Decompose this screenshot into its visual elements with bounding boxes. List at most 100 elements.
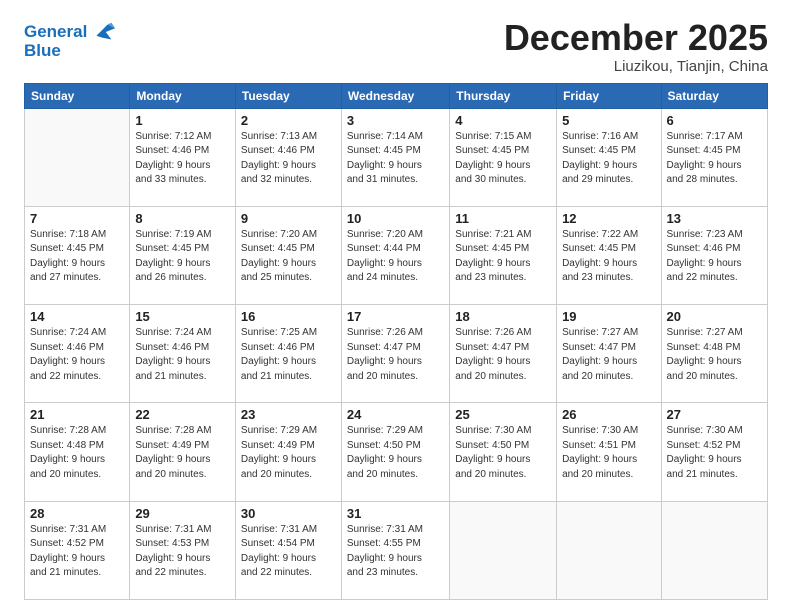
- day-number: 19: [562, 309, 655, 324]
- day-info: Sunrise: 7:31 AM Sunset: 4:53 PM Dayligh…: [135, 523, 230, 581]
- calendar-week-row: 7Sunrise: 7:18 AM Sunset: 4:45 PM Daylig…: [25, 206, 768, 304]
- day-info: Sunrise: 7:19 AM Sunset: 4:45 PM Dayligh…: [135, 228, 230, 286]
- table-row: 9 Sunrise: 7:20 AM Sunset: 4:45 PM Daylig…: [235, 206, 341, 304]
- day-number: 7: [30, 211, 124, 226]
- day-number: 22: [135, 407, 230, 422]
- table-row: 14 Sunrise: 7:24 AM Sunset: 4:46 PM Dayli…: [25, 305, 130, 403]
- day-info: Sunrise: 7:16 AM Sunset: 4:45 PM Dayligh…: [562, 130, 655, 188]
- day-number: 6: [667, 113, 762, 128]
- col-thursday: Thursday: [450, 83, 557, 108]
- table-row: [557, 501, 661, 599]
- table-row: 6 Sunrise: 7:17 AM Sunset: 4:45 PM Daylig…: [661, 108, 767, 206]
- table-row: 30Sunrise: 7:31 AM Sunset: 4:54 PM Dayli…: [235, 501, 341, 599]
- table-row: 19 Sunrise: 7:27 AM Sunset: 4:47 PM Dayli…: [557, 305, 661, 403]
- table-row: 2 Sunrise: 7:13 AM Sunset: 4:46 PM Daylig…: [235, 108, 341, 206]
- day-info: Sunrise: 7:26 AM Sunset: 4:47 PM Dayligh…: [455, 326, 551, 384]
- day-number: 2: [241, 113, 336, 128]
- calendar-body: 1 Sunrise: 7:12 AM Sunset: 4:46 PM Daylig…: [25, 108, 768, 599]
- day-info: Sunrise: 7:26 AM Sunset: 4:47 PM Dayligh…: [347, 326, 444, 384]
- table-row: 3Sunrise: 7:14 AM Sunset: 4:45 PM Daylig…: [341, 108, 449, 206]
- logo: General Blue: [24, 18, 117, 61]
- day-number: 15: [135, 309, 230, 324]
- table-row: 22 Sunrise: 7:28 AM Sunset: 4:49 PM Dayli…: [130, 403, 236, 501]
- day-number: 23: [241, 407, 336, 422]
- day-number: 4: [455, 113, 551, 128]
- day-info: Sunrise: 7:28 AM Sunset: 4:49 PM Dayligh…: [135, 424, 230, 482]
- table-row: 15 Sunrise: 7:24 AM Sunset: 4:46 PM Dayli…: [130, 305, 236, 403]
- table-row: [661, 501, 767, 599]
- logo-text: General: [24, 23, 87, 42]
- day-info: Sunrise: 7:28 AM Sunset: 4:48 PM Dayligh…: [30, 424, 124, 482]
- table-row: 26Sunrise: 7:30 AM Sunset: 4:51 PM Dayli…: [557, 403, 661, 501]
- table-row: 1 Sunrise: 7:12 AM Sunset: 4:46 PM Daylig…: [130, 108, 236, 206]
- day-number: 11: [455, 211, 551, 226]
- calendar-week-row: 28 Sunrise: 7:31 AM Sunset: 4:52 PM Dayli…: [25, 501, 768, 599]
- day-number: 14: [30, 309, 124, 324]
- table-row: 24Sunrise: 7:29 AM Sunset: 4:50 PM Dayli…: [341, 403, 449, 501]
- day-number: 21: [30, 407, 124, 422]
- day-number: 8: [135, 211, 230, 226]
- day-info: Sunrise: 7:13 AM Sunset: 4:46 PM Dayligh…: [241, 130, 336, 188]
- table-row: 17 Sunrise: 7:26 AM Sunset: 4:47 PM Dayli…: [341, 305, 449, 403]
- calendar-week-row: 21 Sunrise: 7:28 AM Sunset: 4:48 PM Dayli…: [25, 403, 768, 501]
- day-info: Sunrise: 7:14 AM Sunset: 4:45 PM Dayligh…: [347, 130, 444, 188]
- day-info: Sunrise: 7:29 AM Sunset: 4:50 PM Dayligh…: [347, 424, 444, 482]
- table-row: [25, 108, 130, 206]
- header: General Blue December 2025 Liuzikou, Tia…: [24, 18, 768, 75]
- table-row: 18 Sunrise: 7:26 AM Sunset: 4:47 PM Dayli…: [450, 305, 557, 403]
- title-block: December 2025 Liuzikou, Tianjin, China: [504, 18, 768, 75]
- day-info: Sunrise: 7:25 AM Sunset: 4:46 PM Dayligh…: [241, 326, 336, 384]
- table-row: 23 Sunrise: 7:29 AM Sunset: 4:49 PM Dayli…: [235, 403, 341, 501]
- day-number: 10: [347, 211, 444, 226]
- day-number: 20: [667, 309, 762, 324]
- table-row: 31Sunrise: 7:31 AM Sunset: 4:55 PM Dayli…: [341, 501, 449, 599]
- day-number: 17: [347, 309, 444, 324]
- table-row: 5 Sunrise: 7:16 AM Sunset: 4:45 PM Daylig…: [557, 108, 661, 206]
- month-title: December 2025: [504, 18, 768, 58]
- day-number: 28: [30, 506, 124, 521]
- page: General Blue December 2025 Liuzikou, Tia…: [0, 0, 792, 612]
- day-number: 16: [241, 309, 336, 324]
- col-saturday: Saturday: [661, 83, 767, 108]
- table-row: 8 Sunrise: 7:19 AM Sunset: 4:45 PM Daylig…: [130, 206, 236, 304]
- day-info: Sunrise: 7:20 AM Sunset: 4:44 PM Dayligh…: [347, 228, 444, 286]
- day-info: Sunrise: 7:12 AM Sunset: 4:46 PM Dayligh…: [135, 130, 230, 188]
- table-row: 4 Sunrise: 7:15 AM Sunset: 4:45 PM Daylig…: [450, 108, 557, 206]
- day-number: 5: [562, 113, 655, 128]
- day-number: 29: [135, 506, 230, 521]
- day-number: 13: [667, 211, 762, 226]
- col-wednesday: Wednesday: [341, 83, 449, 108]
- calendar-week-row: 1 Sunrise: 7:12 AM Sunset: 4:46 PM Daylig…: [25, 108, 768, 206]
- day-number: 18: [455, 309, 551, 324]
- day-info: Sunrise: 7:29 AM Sunset: 4:49 PM Dayligh…: [241, 424, 336, 482]
- day-info: Sunrise: 7:15 AM Sunset: 4:45 PM Dayligh…: [455, 130, 551, 188]
- day-info: Sunrise: 7:17 AM Sunset: 4:45 PM Dayligh…: [667, 130, 762, 188]
- col-monday: Monday: [130, 83, 236, 108]
- table-row: 20 Sunrise: 7:27 AM Sunset: 4:48 PM Dayli…: [661, 305, 767, 403]
- table-row: 25Sunrise: 7:30 AM Sunset: 4:50 PM Dayli…: [450, 403, 557, 501]
- day-number: 9: [241, 211, 336, 226]
- day-info: Sunrise: 7:24 AM Sunset: 4:46 PM Dayligh…: [135, 326, 230, 384]
- day-number: 27: [667, 407, 762, 422]
- day-info: Sunrise: 7:20 AM Sunset: 4:45 PM Dayligh…: [241, 228, 336, 286]
- calendar-week-row: 14 Sunrise: 7:24 AM Sunset: 4:46 PM Dayli…: [25, 305, 768, 403]
- day-info: Sunrise: 7:27 AM Sunset: 4:47 PM Dayligh…: [562, 326, 655, 384]
- day-info: Sunrise: 7:23 AM Sunset: 4:46 PM Dayligh…: [667, 228, 762, 286]
- day-info: Sunrise: 7:27 AM Sunset: 4:48 PM Dayligh…: [667, 326, 762, 384]
- day-info: Sunrise: 7:24 AM Sunset: 4:46 PM Dayligh…: [30, 326, 124, 384]
- table-row: 28 Sunrise: 7:31 AM Sunset: 4:52 PM Dayli…: [25, 501, 130, 599]
- table-row: 29 Sunrise: 7:31 AM Sunset: 4:53 PM Dayli…: [130, 501, 236, 599]
- col-tuesday: Tuesday: [235, 83, 341, 108]
- day-number: 12: [562, 211, 655, 226]
- day-info: Sunrise: 7:22 AM Sunset: 4:45 PM Dayligh…: [562, 228, 655, 286]
- table-row: 10 Sunrise: 7:20 AM Sunset: 4:44 PM Dayli…: [341, 206, 449, 304]
- day-info: Sunrise: 7:31 AM Sunset: 4:52 PM Dayligh…: [30, 523, 124, 581]
- day-number: 1: [135, 113, 230, 128]
- table-row: 21 Sunrise: 7:28 AM Sunset: 4:48 PM Dayli…: [25, 403, 130, 501]
- day-info: Sunrise: 7:21 AM Sunset: 4:45 PM Dayligh…: [455, 228, 551, 286]
- day-number: 30: [241, 506, 336, 521]
- table-row: 27Sunrise: 7:30 AM Sunset: 4:52 PM Dayli…: [661, 403, 767, 501]
- day-info: Sunrise: 7:31 AM Sunset: 4:55 PM Dayligh…: [347, 523, 444, 581]
- table-row: [450, 501, 557, 599]
- day-number: 26: [562, 407, 655, 422]
